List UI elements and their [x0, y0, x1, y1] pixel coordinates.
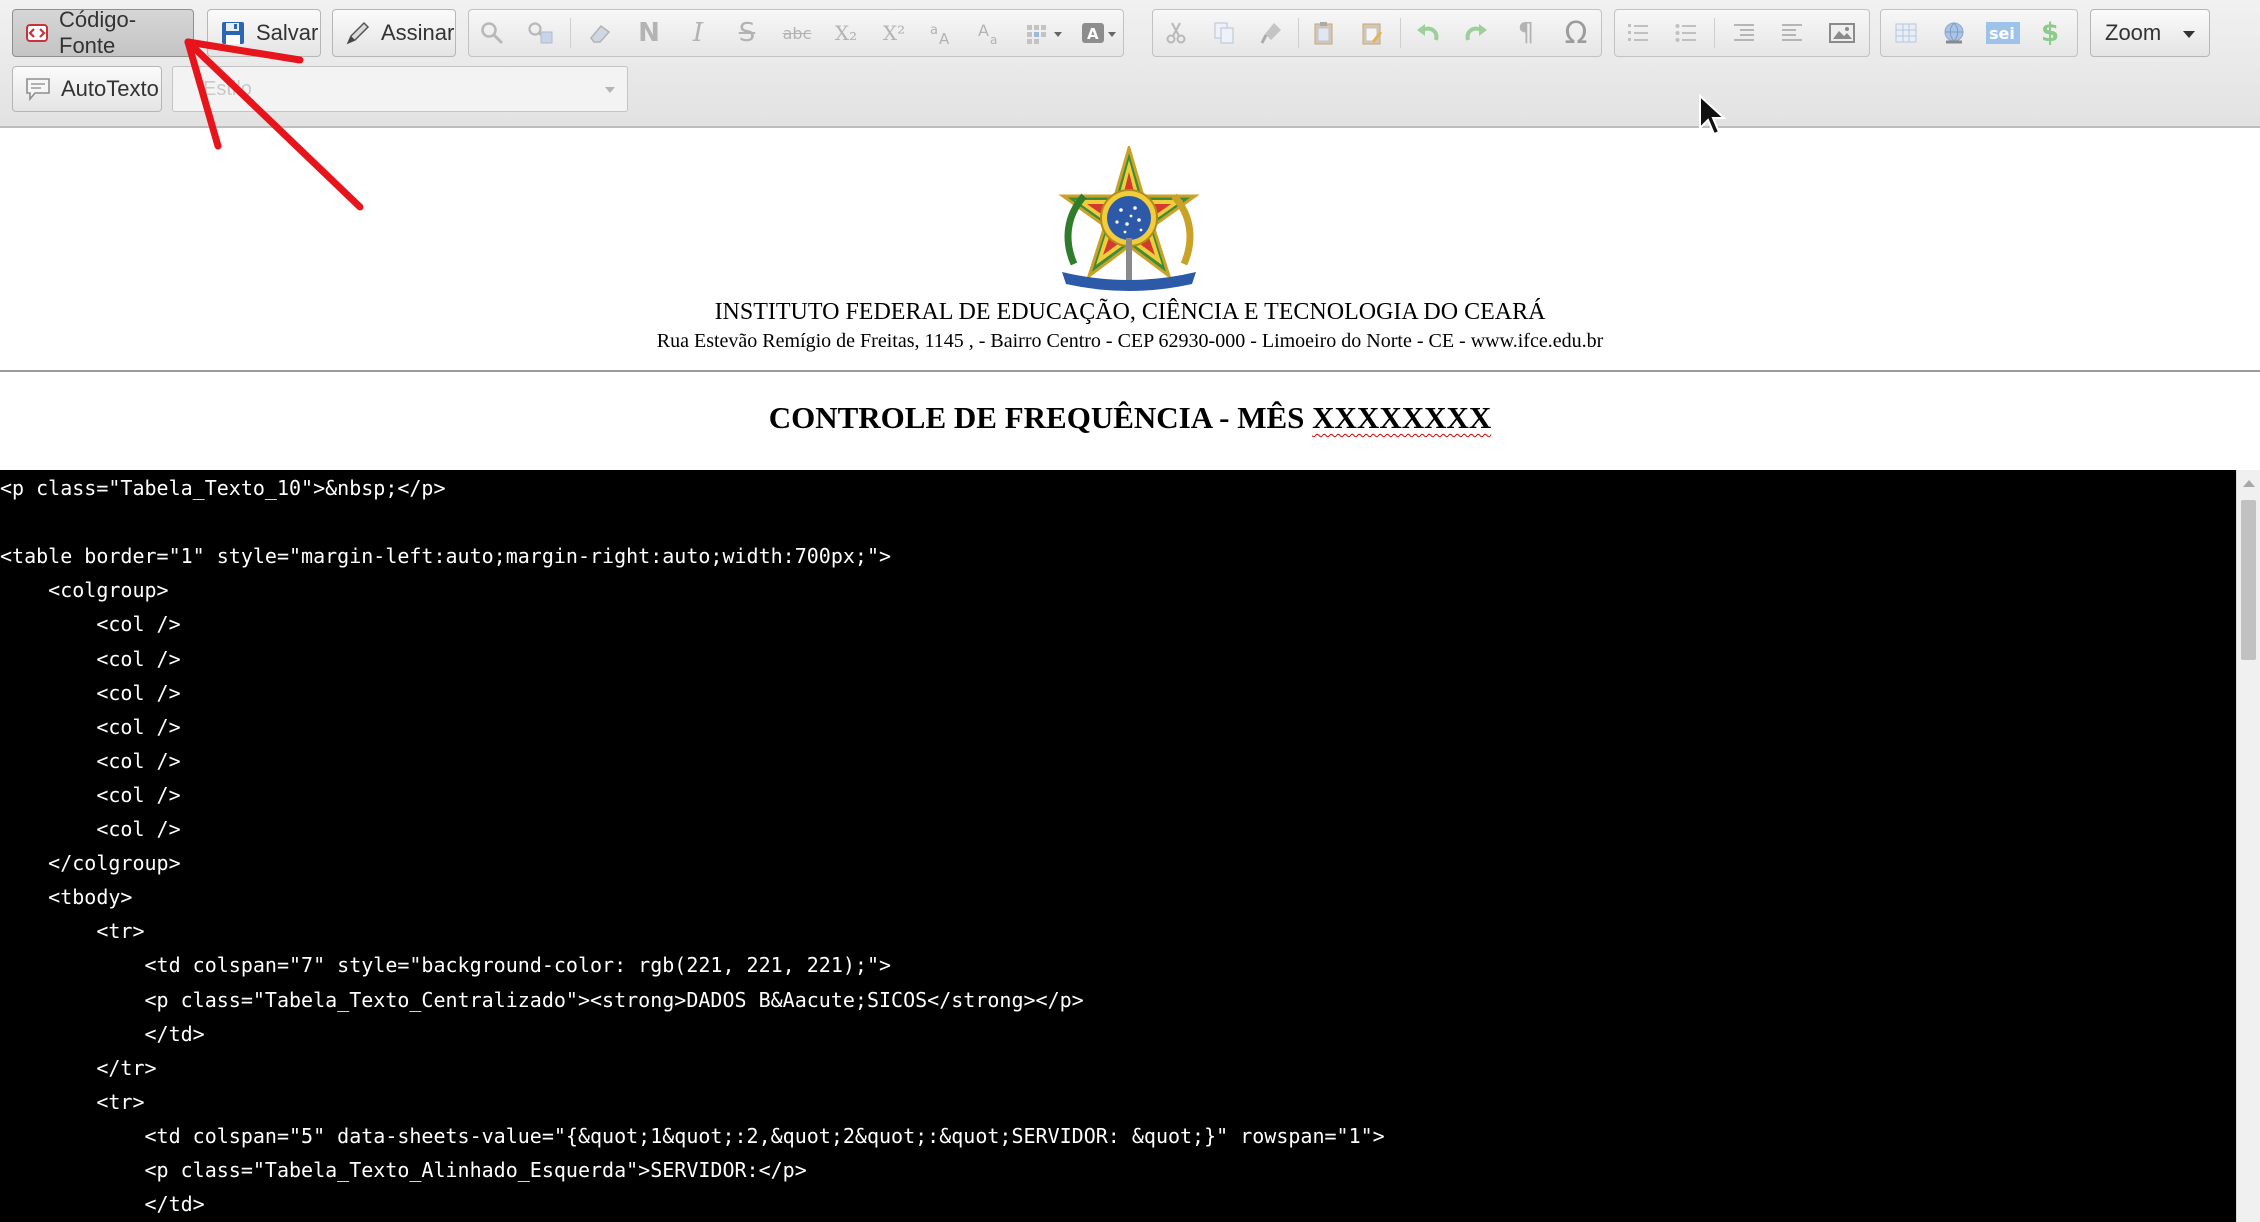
toolbar-separator	[570, 18, 571, 48]
source-code-line: <tr>	[0, 1089, 145, 1114]
sign-button-label: Assinar	[381, 20, 455, 45]
source-code-line: <colgroup>	[0, 578, 169, 603]
source-code-line: </colgroup>	[0, 851, 181, 876]
source-code-line: <p class="Tabela_Texto_10">&nbsp;</p>	[0, 476, 446, 500]
subscript-icon[interactable]: X₂	[826, 9, 866, 57]
speech-bubble-icon	[25, 76, 51, 102]
paragraph-icon[interactable]: ¶	[1506, 9, 1546, 57]
mouse-cursor-icon	[1699, 94, 1727, 136]
toolbar-separator	[1400, 18, 1401, 48]
month-placeholder: XXXXXXXX	[1312, 400, 1492, 435]
source-code-line: </tr>	[0, 1055, 157, 1080]
bold-icon[interactable]: N	[629, 9, 669, 57]
document-title-main: CONTROLE DE FREQUÊNCIA - MÊS	[768, 400, 1313, 435]
undo-icon[interactable]	[1408, 9, 1448, 57]
save-button[interactable]: Salvar	[207, 9, 321, 57]
zoom-dropdown-label: Zoom	[2105, 20, 2162, 45]
find-icon[interactable]	[472, 9, 512, 57]
source-code-line: <p class="Tabela_Texto_Centralizado"><st…	[0, 987, 1084, 1012]
document-header: INSTITUTO FEDERAL DE EDUCAÇÃO, CIÊNCIA E…	[0, 128, 2260, 470]
source-code-line: <col />	[0, 817, 181, 841]
indent-icon[interactable]	[1772, 9, 1812, 57]
source-code-line: <p class="Tabela_Texto_Alinhado_Esquerda…	[0, 1158, 807, 1182]
source-code-line: <col />	[0, 680, 181, 705]
institution-address: Rua Estevão Remígio de Freitas, 1145 , -…	[656, 330, 1604, 352]
svg-text:A: A	[1087, 25, 1099, 43]
source-code-line: <col />	[0, 748, 181, 773]
autotext-button[interactable]: AutoTexto	[12, 66, 162, 112]
bullet-list-icon[interactable]	[1666, 9, 1706, 57]
superscript-icon[interactable]: X²	[874, 9, 914, 57]
source-code-button[interactable]: Código-Fonte	[12, 7, 194, 58]
source-code-line: <col />	[0, 646, 181, 671]
pen-icon	[345, 20, 371, 46]
toolbar-separator	[1298, 18, 1299, 48]
source-code-line: </td>	[0, 1192, 205, 1217]
omega-icon[interactable]: Ω	[1556, 9, 1596, 57]
scroll-up-arrow-icon[interactable]	[2243, 480, 2255, 487]
save-button-label: Salvar	[256, 20, 319, 45]
redo-icon[interactable]	[1456, 9, 1496, 57]
italic-icon[interactable]: I	[678, 9, 718, 57]
strikethrough-icon[interactable]: S	[727, 9, 767, 57]
svg-text:A: A	[939, 30, 950, 46]
paste-text-icon[interactable]	[1352, 9, 1392, 57]
autotext-button-label: AutoTexto	[61, 76, 159, 101]
source-code-line: <tr>	[0, 919, 145, 944]
link-icon[interactable]	[1934, 9, 1974, 57]
toolbar-separator	[1714, 18, 1715, 48]
source-code-line: </td>	[0, 1021, 205, 1046]
strike-abc-icon[interactable]: abc	[777, 9, 817, 57]
source-code-button-label: Código-Fonte	[59, 7, 137, 58]
copy-icon[interactable]	[1204, 9, 1244, 57]
image-icon[interactable]	[1822, 9, 1862, 57]
sign-button[interactable]: Assinar	[332, 9, 456, 57]
scrollbar-thumb[interactable]	[2241, 500, 2256, 660]
svg-text:a: a	[930, 23, 938, 38]
editor-toolbar: Código-Fonte Salvar Assinar N I S abc X₂…	[0, 0, 2260, 128]
replace-icon[interactable]	[520, 9, 560, 57]
outdent-icon[interactable]	[1724, 9, 1764, 57]
paint-format-icon[interactable]	[1252, 9, 1292, 57]
numbered-list-icon[interactable]	[1618, 9, 1658, 57]
table-grid-icon[interactable]	[1020, 9, 1072, 57]
source-code-line: <td colspan="7" style="background-color:…	[0, 953, 892, 978]
source-code-line: <col />	[0, 714, 181, 739]
uppercase-icon[interactable]: aA	[922, 9, 962, 57]
source-code-icon	[25, 20, 49, 46]
remove-format-icon[interactable]	[580, 9, 620, 57]
header-divider	[0, 370, 2260, 372]
document-title[interactable]: CONTROLE DE FREQUÊNCIA - MÊS XXXXXXXX	[0, 400, 2260, 436]
save-icon	[220, 20, 246, 46]
money-icon[interactable]: $	[2030, 9, 2070, 57]
text-color-icon[interactable]: A	[1078, 9, 1122, 57]
chevron-down-icon	[2183, 31, 2195, 38]
style-select[interactable]: Estilo	[172, 66, 628, 112]
lowercase-icon[interactable]: Aa	[970, 9, 1010, 57]
sei-icon-label: sei	[1989, 24, 2015, 43]
sei-icon[interactable]: sei	[1982, 9, 2024, 57]
cut-icon[interactable]	[1156, 9, 1196, 57]
table-icon[interactable]	[1886, 9, 1926, 57]
source-code-line: <tbody>	[0, 885, 133, 910]
paste-icon[interactable]	[1304, 9, 1344, 57]
brazil-coat-of-arms-icon	[1054, 142, 1204, 301]
vertical-scrollbar[interactable]	[2236, 470, 2260, 1222]
source-code-line: <table border="1" style="margin-left:aut…	[0, 544, 892, 569]
source-code-editor[interactable]: <p class="Tabela_Texto_10">&nbsp;</p> <ta…	[0, 470, 2236, 1222]
source-code-line: <td colspan="5" data-sheets-value="{&quo…	[0, 1123, 1385, 1148]
institution-name: INSTITUTO FEDERAL DE EDUCAÇÃO, CIÊNCIA E…	[714, 299, 1546, 325]
chevron-down-icon	[605, 87, 615, 93]
style-select-value: Estilo	[203, 78, 252, 100]
svg-text:A: A	[978, 21, 989, 40]
svg-text:a: a	[990, 33, 997, 46]
zoom-dropdown[interactable]: Zoom	[2090, 9, 2210, 57]
source-code-line: <col />	[0, 612, 181, 637]
source-code-line: <col />	[0, 782, 181, 807]
